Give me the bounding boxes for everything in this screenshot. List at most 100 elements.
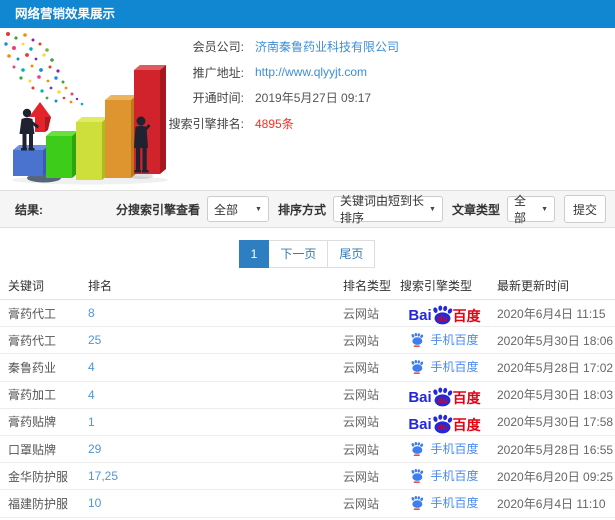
baidu-paw-icon: du xyxy=(432,414,452,434)
column-header-keyword: 关键词 xyxy=(8,279,45,293)
rank-type-cell: 云网站 xyxy=(343,333,380,348)
rank-link[interactable]: 29 xyxy=(88,442,343,456)
confetti-dots xyxy=(4,32,84,106)
member-info-list: 会员公司: 济南秦鲁药业科技有限公司 推广地址: http://www.qlyy… xyxy=(158,34,399,136)
keyword-cell: 膏药贴牌 xyxy=(8,415,57,430)
rank-type-cell: 云网站 xyxy=(343,306,380,321)
baidu-mobile-logo: 手机百度 xyxy=(410,441,479,457)
updated-cell: 2020年5月28日 16:55 xyxy=(497,442,614,457)
rank-count-value: 4895条 xyxy=(255,116,294,131)
open-time-value: 2019年5月27日 09:17 xyxy=(255,91,372,106)
rank-count-label: 搜索引擎排名: xyxy=(168,116,244,131)
column-header-rank-type: 排名类型 xyxy=(343,279,392,293)
chevron-down-icon: ▼ xyxy=(429,205,436,213)
updated-cell: 2020年5月30日 18:03 xyxy=(497,388,614,403)
baidu-mobile-logo: 手机百度 xyxy=(410,332,479,348)
baidu-pc-logo: Bai du 百度 xyxy=(408,305,481,325)
engine-cell: Bai du 百度 xyxy=(397,385,492,407)
table-row: 膏药代工 25 云网站 手机百度 2020年5月30日 18:06 xyxy=(0,327,615,355)
mobile-baidu-paw-icon xyxy=(412,496,424,511)
page-title: 网络营销效果展示 xyxy=(15,7,116,21)
results-table-header: 关键词 排名 排名类型 搜索引擎类型 最新更新时间 xyxy=(0,272,615,300)
baidu-du-letters: du xyxy=(437,423,447,432)
rank-link[interactable]: 25 xyxy=(88,333,343,347)
table-row: 秦鲁药业 4 云网站 手机百度 2020年5月28日 17:02 xyxy=(0,354,615,382)
engine-filter-select[interactable]: 全部 ▼ xyxy=(206,196,269,222)
rank-type-cell: 云网站 xyxy=(343,442,380,457)
baidu-paw-icon: du xyxy=(432,305,452,325)
rank-link[interactable]: 8 xyxy=(88,306,343,320)
results-table-body: 膏药代工 8 云网站 Bai du 百度 2020年6月4日 11:15 膏药代… xyxy=(0,300,615,520)
updated-cell: 2020年6月4日 11:15 xyxy=(497,306,606,321)
rank-type-cell: 云网站 xyxy=(343,496,380,511)
baidu-paw-icon: du xyxy=(432,387,452,407)
table-row: 膏药代工 8 云网站 Bai du 百度 2020年6月4日 11:15 xyxy=(0,300,615,328)
baidu-du-letters: du xyxy=(437,396,447,405)
rank-type-cell: 云网站 xyxy=(343,415,380,430)
updated-cell: 2020年5月30日 17:58 xyxy=(497,415,614,430)
page-header: 网络营销效果展示 xyxy=(0,0,615,28)
baidu-pc-logo: Bai du 百度 xyxy=(408,414,481,434)
results-table: 关键词 排名 排名类型 搜索引擎类型 最新更新时间 膏药代工 8 云网站 Bai… xyxy=(0,272,615,520)
table-row: 膏药加工 4 云网站 Bai du 百度 2020年5月30日 18:03 xyxy=(0,382,615,409)
chevron-down-icon: ▼ xyxy=(541,205,548,213)
rank-link[interactable]: 4 xyxy=(88,360,343,374)
engine-cell: 手机百度 xyxy=(397,359,492,375)
marketing-growth-illustration xyxy=(4,32,168,185)
info-row-open-time: 开通时间: 2019年5月27日 09:17 xyxy=(158,85,399,111)
rank-link[interactable]: 17,25 xyxy=(88,469,343,483)
table-row: 口罩贴牌 29 云网站 手机百度 2020年5月28日 16:55 xyxy=(0,436,615,464)
table-row: 福建防护服 10 云网站 手机百度 2020年6月4日 11:10 xyxy=(0,490,615,518)
keyword-cell: 秦鲁药业 xyxy=(8,360,57,375)
updated-cell: 2020年6月20日 09:25 xyxy=(497,469,614,484)
rank-link[interactable]: 4 xyxy=(88,388,343,402)
rank-link[interactable]: 1 xyxy=(88,415,343,429)
next-page-button[interactable]: 下一页 xyxy=(268,240,329,268)
pagination: 1 下一页 尾页 xyxy=(0,240,615,268)
member-company-link[interactable]: 济南秦鲁药业科技有限公司 xyxy=(255,38,399,55)
keyword-cell: 福建防护服 xyxy=(8,496,69,511)
engine-filter-value: 全部 xyxy=(213,202,238,217)
article-type-value: 全部 xyxy=(514,194,527,225)
sort-order-value: 关键词由短到长排序 xyxy=(339,194,424,225)
rank-type-cell: 云网站 xyxy=(343,469,380,484)
updated-cell: 2020年5月30日 18:06 xyxy=(497,333,614,348)
engine-cell: 手机百度 xyxy=(397,332,492,348)
company-label: 会员公司: xyxy=(192,40,244,55)
engine-cell: 手机百度 xyxy=(397,468,492,484)
app-window: 网络营销效果展示 会员公司: 济南秦鲁药业科技有限公司 推广地址: http:/… xyxy=(0,0,615,520)
engine-cell: Bai du 百度 xyxy=(397,412,492,434)
updated-cell: 2020年6月4日 11:10 xyxy=(497,496,606,511)
last-page-button[interactable]: 尾页 xyxy=(327,240,376,268)
result-label: 结果: xyxy=(15,202,43,217)
mobile-baidu-paw-icon xyxy=(412,333,424,348)
article-type-select[interactable]: 全部 ▼ xyxy=(507,194,555,225)
submit-button[interactable]: 提交 xyxy=(564,195,606,223)
info-section: 会员公司: 济南秦鲁药业科技有限公司 推广地址: http://www.qlyy… xyxy=(0,28,615,190)
rank-link[interactable]: 10 xyxy=(88,496,343,510)
promo-url-link[interactable]: http://www.qlyyjt.com xyxy=(255,65,367,79)
keyword-cell: 膏药代工 xyxy=(8,306,57,321)
promo-url-label: 推广地址: xyxy=(192,65,244,80)
rank-type-cell: 云网站 xyxy=(343,360,380,375)
article-type-label: 文章类型 xyxy=(451,202,500,217)
info-row-rank-count: 搜索引擎排名: 4895条 xyxy=(158,111,399,137)
keyword-cell: 膏药加工 xyxy=(8,388,57,403)
info-row-url: 推广地址: http://www.qlyyjt.com xyxy=(158,60,399,86)
sort-order-label: 排序方式 xyxy=(277,202,326,217)
baidu-mobile-logo: 手机百度 xyxy=(410,495,479,511)
baidu-mobile-logo: 手机百度 xyxy=(410,359,479,375)
column-header-engine-type: 搜索引擎类型 xyxy=(400,279,473,293)
open-time-label: 开通时间: xyxy=(192,91,244,106)
column-header-updated: 最新更新时间 xyxy=(497,279,570,293)
page-number-1[interactable]: 1 xyxy=(238,240,270,268)
column-header-rank: 排名 xyxy=(88,279,113,293)
table-row: 膏药贴牌 1 云网站 Bai du 百度 2020年5月30日 17:58 xyxy=(0,409,615,436)
table-row: 金华防护服 17,25 云网站 手机百度 2020年6月20日 09:25 xyxy=(0,463,615,491)
rank-type-cell: 云网站 xyxy=(343,388,380,403)
mobile-baidu-paw-icon xyxy=(412,442,424,456)
keyword-cell: 膏药代工 xyxy=(8,333,57,348)
sort-order-select[interactable]: 关键词由短到长排序 ▼ xyxy=(332,194,443,225)
mobile-baidu-paw-icon xyxy=(412,469,424,484)
chevron-down-icon: ▼ xyxy=(255,205,262,213)
